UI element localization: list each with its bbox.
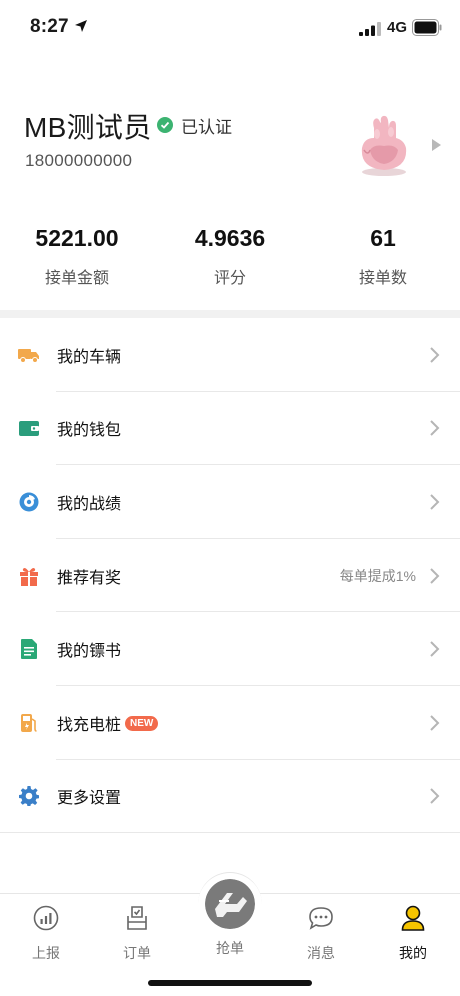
stat-value: 5221.00 — [35, 225, 119, 251]
order-icon — [127, 906, 147, 930]
status-bar: 8:27 4G — [0, 0, 460, 56]
chevron-right-icon — [430, 788, 440, 805]
document-icon — [18, 638, 40, 660]
location-arrow-icon — [75, 20, 87, 32]
menu-item-label-text: 找充电桩 — [57, 716, 122, 734]
stat-value: 61 — [370, 225, 396, 251]
menu-item-my-achievements[interactable]: 我的战绩 — [0, 465, 460, 539]
menu-item-my-contracts[interactable]: 我的镖书 — [0, 612, 460, 686]
avatar[interactable] — [350, 110, 418, 178]
menu-item-label: 我的车辆 — [57, 348, 122, 366]
stat-order-amount[interactable]: 5221.00 接单金额 — [0, 222, 154, 294]
menu-item-my-wallet[interactable]: 我的钱包 — [0, 392, 460, 466]
section-divider — [0, 310, 460, 318]
chevron-right-icon — [430, 494, 440, 510]
profile-arrow-icon[interactable] — [432, 139, 441, 151]
chevron-right-icon — [430, 420, 440, 437]
stat-value: 4.9636 — [194, 225, 266, 251]
menu-item-my-vehicles[interactable]: 我的车辆 — [0, 318, 460, 392]
chevron-right-icon — [430, 641, 440, 657]
tab-label: 我的 — [399, 945, 427, 961]
charging-station-icon — [18, 712, 40, 734]
profile-header[interactable]: MB测试员 已认证 18000000000 — [0, 100, 460, 210]
truck-icon — [18, 344, 40, 366]
network-type: 4G — [387, 19, 408, 36]
menu-list: 我的车辆 我的钱包 我的战绩 推荐有奖 每单提成1% 我的镖书 找充电桩 NEW… — [0, 318, 460, 834]
chart-icon — [33, 905, 59, 931]
user-phone: 18000000000 — [25, 151, 133, 170]
menu-item-label: 我的镖书 — [57, 643, 122, 661]
achievement-icon — [18, 491, 40, 513]
menu-item-more-settings[interactable]: 更多设置 — [0, 760, 460, 834]
tab-report[interactable]: 上报 — [16, 904, 76, 963]
menu-item-label: 找充电桩 NEW — [57, 711, 159, 735]
stat-order-count[interactable]: 61 接单数 — [306, 222, 460, 294]
stat-label: 评分 — [213, 270, 246, 287]
wallet-icon — [18, 417, 40, 439]
menu-divider — [0, 832, 460, 834]
stat-label: 接单金额 — [44, 270, 109, 287]
referral-commission-text: 每单提成1% — [339, 567, 416, 584]
battery-icon — [412, 19, 442, 36]
tab-messages[interactable]: 消息 — [291, 904, 351, 963]
tab-label: 消息 — [307, 945, 335, 961]
chevron-right-icon — [430, 347, 440, 363]
home-indicator — [148, 980, 312, 986]
new-badge: NEW — [125, 716, 159, 732]
gear-icon — [18, 785, 40, 807]
status-time: 8:27 — [30, 16, 69, 37]
menu-item-find-charging-station[interactable]: 找充电桩 NEW — [0, 686, 460, 760]
check-circle-icon — [157, 117, 173, 133]
menu-item-referral-reward[interactable]: 推荐有奖 每单提成1% — [0, 539, 460, 613]
chevron-right-icon — [430, 567, 440, 584]
message-icon — [309, 907, 333, 930]
tab-label: 订单 — [123, 945, 151, 961]
tab-mine[interactable]: 我的 — [383, 904, 443, 963]
tab-orders[interactable]: 订单 — [107, 904, 167, 963]
menu-item-label: 推荐有奖 — [57, 569, 122, 587]
tab-label: 抢单 — [216, 940, 244, 956]
stat-rating[interactable]: 4.9636 评分 — [154, 222, 306, 294]
tab-grab-order[interactable]: 抢单 — [200, 904, 260, 958]
user-name: MB测试员 — [24, 112, 152, 143]
verified-badge: 已认证 — [157, 114, 232, 137]
gift-icon — [18, 565, 40, 587]
menu-item-label: 我的战绩 — [57, 495, 122, 513]
chevron-right-icon — [430, 715, 440, 731]
menu-item-label: 更多设置 — [57, 790, 122, 808]
verified-label: 已认证 — [181, 117, 232, 137]
stat-label: 接单数 — [358, 270, 407, 287]
menu-item-label: 我的钱包 — [57, 422, 122, 440]
signal-icon — [359, 22, 381, 36]
tab-label: 上报 — [32, 945, 60, 961]
stats-row: 5221.00 接单金额 4.9636 评分 61 接单数 — [0, 222, 460, 294]
profile-icon — [401, 905, 425, 931]
tab-grab-order-spacer — [216, 904, 244, 932]
